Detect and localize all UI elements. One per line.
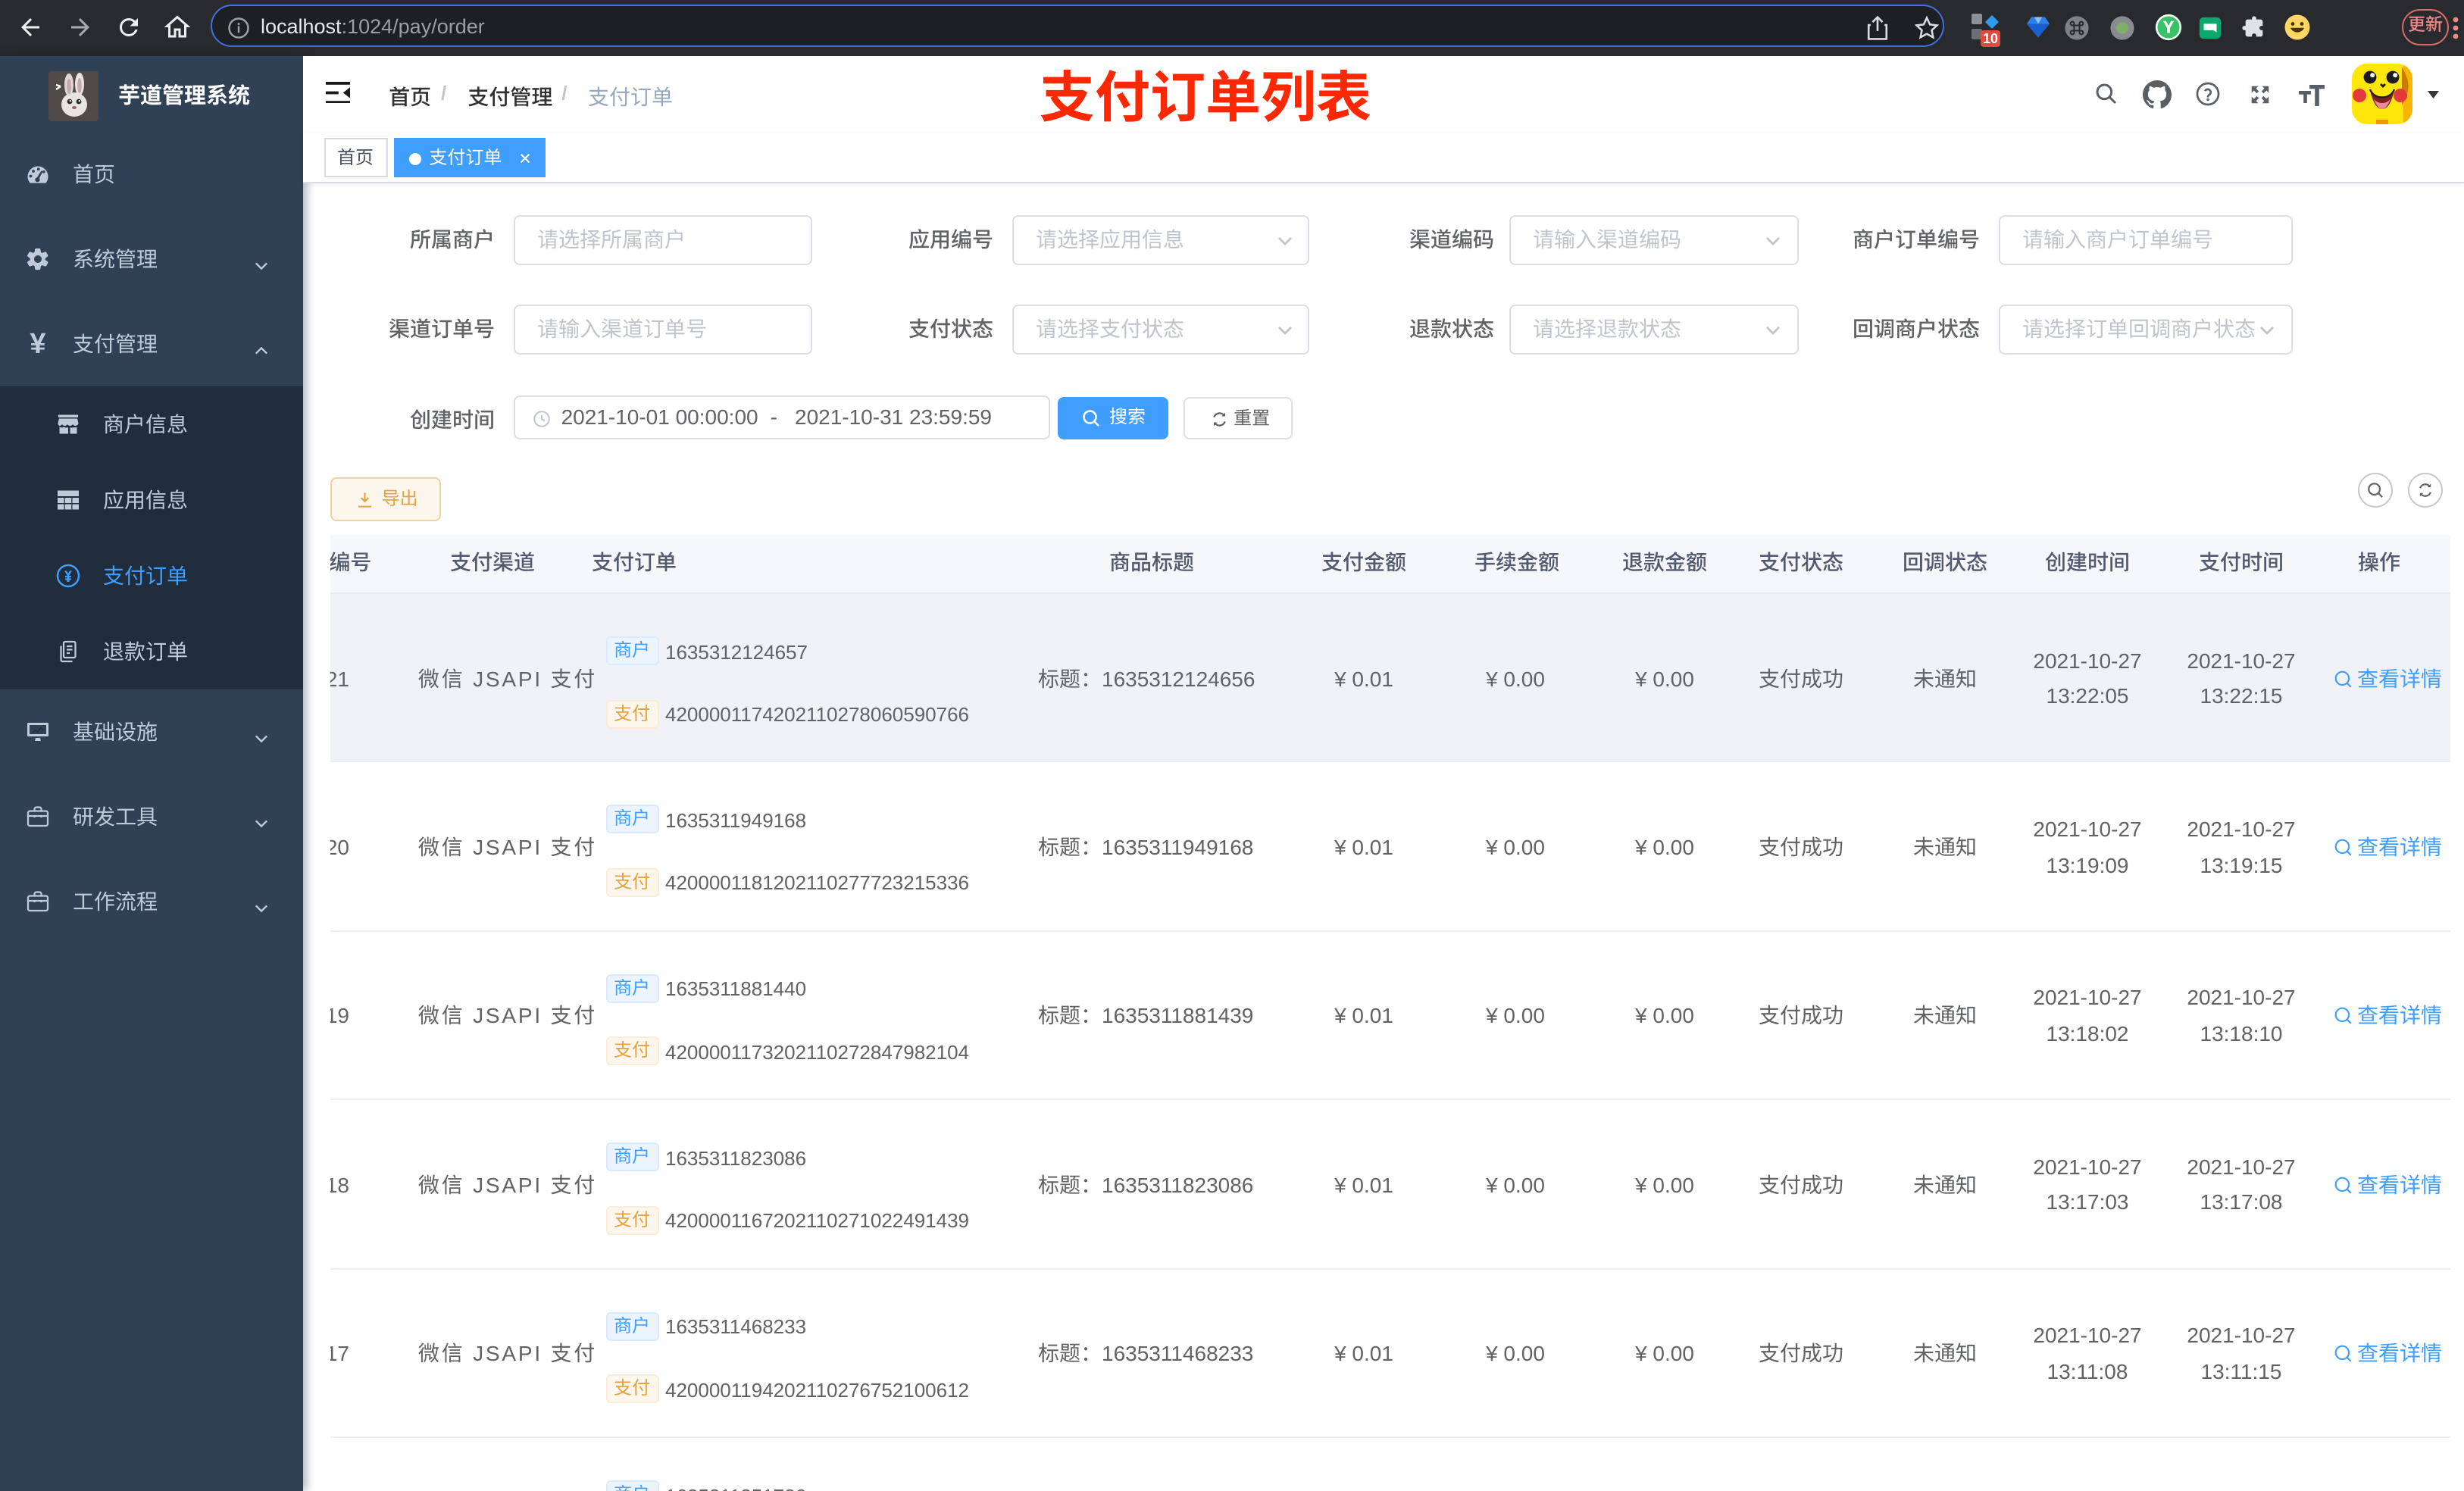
svg-text:10: 10 <box>1983 31 1998 46</box>
